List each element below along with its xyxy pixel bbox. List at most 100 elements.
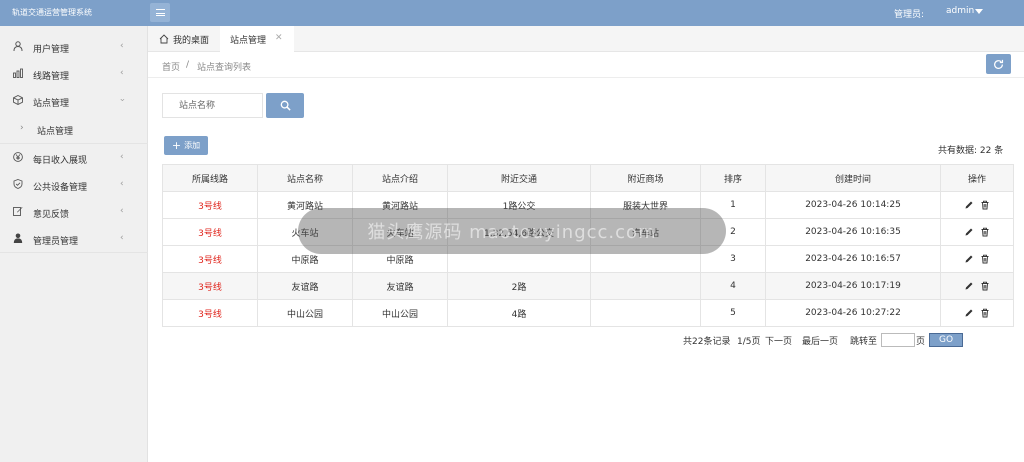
- column-header: 附近交通: [447, 164, 591, 192]
- created-time-cell: 2023-04-26 10:16:35: [765, 218, 941, 246]
- home-icon: [159, 34, 169, 44]
- search-icon: [280, 100, 291, 111]
- mall-cell: [590, 299, 701, 327]
- yen-icon: [13, 152, 23, 162]
- sidebar-item-label: 管理员管理: [33, 237, 79, 247]
- actions-cell: [940, 272, 1014, 300]
- add-button[interactable]: + 添加: [164, 136, 208, 155]
- chart-icon: [13, 68, 23, 78]
- actions-cell: [940, 299, 1014, 327]
- trash-icon[interactable]: [980, 308, 990, 318]
- trash-icon[interactable]: [980, 254, 990, 264]
- chevron-down-icon: ‹: [117, 98, 128, 102]
- traffic-cell: 2路: [447, 272, 591, 300]
- column-header: 站点介绍: [352, 164, 448, 192]
- jump-page-input[interactable]: [881, 333, 915, 347]
- breadcrumb: 首页 / 站点查询列表: [148, 52, 1024, 78]
- edit-icon[interactable]: [964, 281, 974, 291]
- column-header: 创建时间: [765, 164, 941, 192]
- table-row: 3号线 中山公园 中山公园 4路 5 2023-04-26 10:27:22: [162, 299, 1014, 327]
- edit-icon[interactable]: [964, 254, 974, 264]
- edit-icon[interactable]: [964, 308, 974, 318]
- sidebar-item-lines[interactable]: 线路管理 ‹: [0, 60, 148, 87]
- actions-cell: [940, 218, 1014, 246]
- sidebar-item-label: 每日收入展现: [33, 156, 88, 166]
- station-name-search-input[interactable]: [162, 93, 263, 118]
- top-bar: 轨道交通运营管理系统 管理员: admin: [0, 0, 1024, 26]
- menu-toggle-button[interactable]: [150, 3, 170, 22]
- app-title: 轨道交通运营管理系统: [12, 8, 92, 17]
- page-unit-label: 页: [916, 337, 926, 347]
- breadcrumb-home[interactable]: 首页: [162, 60, 180, 73]
- pagination-records: 共22条记录: [683, 337, 731, 347]
- sidebar-item-equipment[interactable]: 公共设备管理 ‹: [0, 171, 148, 198]
- sidebar-item-feedback[interactable]: 意见反馈 ‹: [0, 198, 148, 225]
- sidebar-subitem-stations[interactable]: › 站点管理: [0, 115, 148, 142]
- station-name-cell: 中山公园: [257, 299, 353, 327]
- shield-icon: [13, 179, 23, 189]
- sort-cell: 4: [700, 272, 766, 300]
- chevron-left-icon: ‹: [120, 233, 124, 243]
- edit-icon[interactable]: [964, 200, 974, 210]
- caret-down-icon[interactable]: [975, 9, 983, 14]
- breadcrumb-current: 站点查询列表: [197, 63, 252, 73]
- admin-name-dropdown[interactable]: admin: [946, 6, 974, 16]
- admin-label: 管理员:: [894, 10, 925, 20]
- trash-icon[interactable]: [980, 200, 990, 210]
- go-button[interactable]: GO: [929, 333, 963, 347]
- tab-stations[interactable]: 站点管理 ✕: [220, 26, 294, 52]
- column-header: 排序: [700, 164, 766, 192]
- trash-icon[interactable]: [980, 281, 990, 291]
- column-header: 附近商场: [590, 164, 701, 192]
- tab-home[interactable]: 我的桌面: [148, 26, 220, 52]
- chevron-left-icon: ‹: [120, 68, 124, 78]
- created-time-cell: 2023-04-26 10:16:57: [765, 245, 941, 273]
- close-icon[interactable]: ✕: [275, 33, 283, 43]
- edit-icon[interactable]: [964, 227, 974, 237]
- chevron-left-icon: ‹: [120, 41, 124, 51]
- person-icon: [13, 233, 23, 243]
- refresh-button[interactable]: [986, 54, 1011, 74]
- trash-icon[interactable]: [980, 227, 990, 237]
- station-intro-cell: 中山公园: [352, 299, 448, 327]
- sidebar-item-label: 公共设备管理: [33, 183, 88, 193]
- station-intro-cell: 友谊路: [352, 272, 448, 300]
- column-header: 所属线路: [162, 164, 258, 192]
- route-cell: 3号线: [162, 218, 258, 246]
- search-button[interactable]: [266, 93, 304, 118]
- chevron-left-icon: ‹: [120, 152, 124, 162]
- route-cell: 3号线: [162, 299, 258, 327]
- route-cell: 3号线: [162, 191, 258, 219]
- mall-cell: [590, 272, 701, 300]
- next-page-link[interactable]: 下一页: [765, 334, 792, 347]
- sidebar: 用户管理 ‹ 线路管理 ‹ 站点管理 ‹ › 站点管理 每日收入展现 ‹ 公共设…: [0, 26, 148, 462]
- sidebar-item-label: 站点管理: [33, 99, 70, 109]
- refresh-icon: [994, 59, 1004, 69]
- column-header: 操作: [940, 164, 1014, 192]
- sidebar-item-stations[interactable]: 站点管理 ‹: [0, 87, 148, 114]
- chevron-left-icon: ‹: [120, 206, 124, 216]
- total-count: 共有数据: 22 条: [938, 146, 1004, 156]
- pagination-page: 1/5页: [737, 337, 761, 347]
- sidebar-item-label: 站点管理: [37, 127, 74, 137]
- user-icon: [13, 41, 23, 51]
- sidebar-item-users[interactable]: 用户管理 ‹: [0, 33, 148, 60]
- station-name-cell: 友谊路: [257, 272, 353, 300]
- tab-bar: 我的桌面 站点管理 ✕: [148, 26, 1024, 52]
- sort-cell: 5: [700, 299, 766, 327]
- route-cell: 3号线: [162, 272, 258, 300]
- sidebar-item-daily-income[interactable]: 每日收入展现 ‹: [0, 144, 148, 171]
- tab-label: 我的桌面: [173, 35, 210, 46]
- plus-icon: +: [171, 139, 182, 152]
- edit-icon: [13, 207, 23, 216]
- jump-to-label: 跳转至: [850, 337, 878, 347]
- last-page-link[interactable]: 最后一页: [802, 334, 838, 347]
- created-time-cell: 2023-04-26 10:14:25: [765, 191, 941, 219]
- table-header-row: 所属线路 站点名称 站点介绍 附近交通 附近商场 排序 创建时间 操作: [162, 164, 1014, 192]
- sidebar-item-admins[interactable]: 管理员管理 ‹: [0, 225, 148, 252]
- created-time-cell: 2023-04-26 10:17:19: [765, 272, 941, 300]
- watermark-overlay: 猫头鹰源码 maotouyingcc.com: [298, 208, 726, 254]
- route-cell: 3号线: [162, 245, 258, 273]
- sidebar-item-label: 线路管理: [33, 72, 70, 82]
- actions-cell: [940, 191, 1014, 219]
